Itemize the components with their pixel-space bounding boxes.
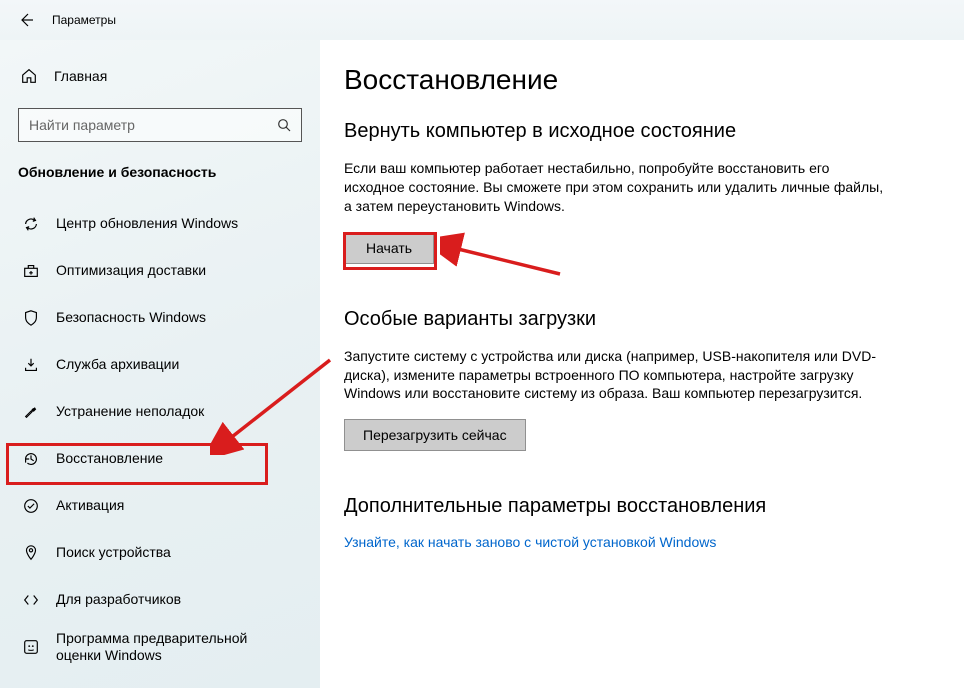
sidebar-home-label: Главная: [54, 68, 107, 84]
sidebar-item-activation[interactable]: Активация: [18, 486, 302, 526]
sync-icon: [20, 215, 42, 233]
sidebar-item-label: Восстановление: [56, 450, 163, 468]
sidebar-item-recovery[interactable]: Восстановление: [18, 439, 302, 479]
section2-text: Запустите систему с устройства или диска…: [344, 347, 884, 404]
sidebar-item-label: Для разработчиков: [56, 591, 181, 609]
sidebar-item-label: Центр обновления Windows: [56, 215, 238, 233]
page-title: Восстановление: [344, 64, 944, 96]
section2-title: Особые варианты загрузки: [344, 308, 944, 331]
wrench-icon: [20, 403, 42, 421]
arrow-left-icon: [18, 12, 34, 28]
sidebar-item-delivery-optimization[interactable]: Оптимизация доставки: [18, 251, 302, 291]
section1-text: Если ваш компьютер работает нестабильно,…: [344, 159, 884, 216]
sidebar-item-label: Служба архивации: [56, 356, 179, 374]
window-header: Параметры: [0, 0, 964, 40]
section1-title: Вернуть компьютер в исходное состояние: [344, 120, 944, 143]
sidebar-item-label: Безопасность Windows: [56, 309, 206, 327]
sidebar-item-find-device[interactable]: Поиск устройства: [18, 533, 302, 573]
restart-now-button[interactable]: Перезагрузить сейчас: [344, 419, 526, 451]
sidebar: Главная Обновление и безопасность: [0, 40, 320, 688]
sidebar-item-label: Программа предварительной оценки Windows: [56, 630, 286, 665]
sidebar-item-label: Активация: [56, 497, 124, 515]
sidebar-item-for-developers[interactable]: Для разработчиков: [18, 580, 302, 620]
sidebar-item-windows-security[interactable]: Безопасность Windows: [18, 298, 302, 338]
sidebar-item-label: Поиск устройства: [56, 544, 171, 562]
content-pane: Восстановление Вернуть компьютер в исход…: [320, 40, 964, 688]
sidebar-item-windows-update[interactable]: Центр обновления Windows: [18, 204, 302, 244]
delivery-icon: [20, 262, 42, 280]
history-icon: [20, 450, 42, 468]
sidebar-category-label: Обновление и безопасность: [18, 164, 302, 180]
sidebar-home[interactable]: Главная: [18, 58, 302, 94]
sidebar-item-label: Оптимизация доставки: [56, 262, 206, 280]
insider-icon: [20, 638, 42, 656]
search-icon: [275, 117, 293, 133]
search-box[interactable]: [18, 108, 302, 142]
code-icon: [20, 591, 42, 609]
back-button[interactable]: [12, 6, 40, 34]
sidebar-nav: Центр обновления Windows Оптимизация дос…: [18, 204, 302, 667]
sidebar-item-troubleshoot[interactable]: Устранение неполадок: [18, 392, 302, 432]
backup-icon: [20, 356, 42, 374]
home-icon: [18, 67, 40, 85]
sidebar-item-label: Устранение неполадок: [56, 403, 204, 421]
sidebar-item-insider-program[interactable]: Программа предварительной оценки Windows: [18, 627, 302, 667]
check-circle-icon: [20, 497, 42, 515]
shield-icon: [20, 309, 42, 327]
window-title: Параметры: [52, 13, 116, 27]
sidebar-item-backup[interactable]: Служба архивации: [18, 345, 302, 385]
fresh-start-link[interactable]: Узнайте, как начать заново с чистой уста…: [344, 534, 944, 550]
start-reset-button[interactable]: Начать: [344, 232, 434, 264]
section3-title: Дополнительные параметры восстановления: [344, 495, 944, 518]
search-input[interactable]: [27, 116, 275, 134]
location-icon: [20, 544, 42, 562]
